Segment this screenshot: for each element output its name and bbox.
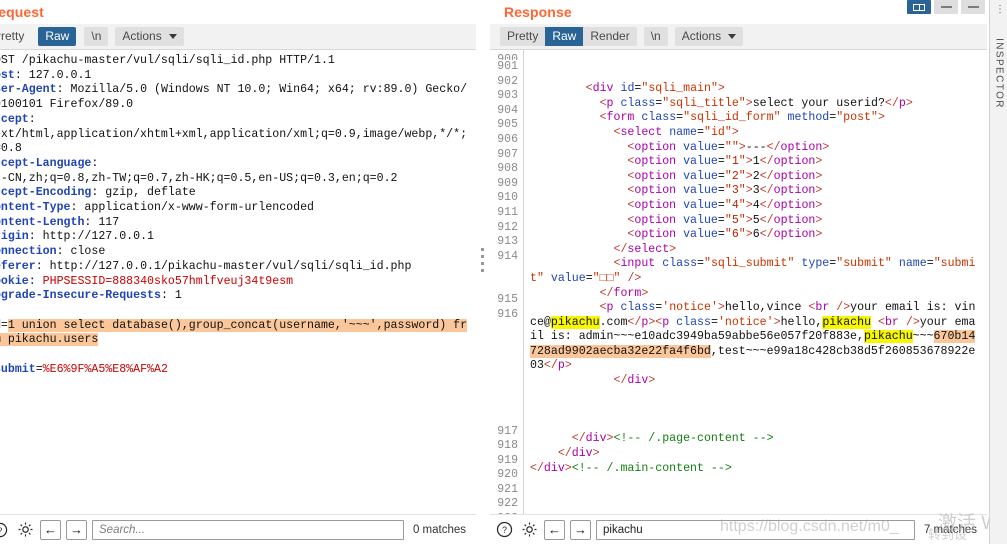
request-search-input[interactable] [92,519,404,540]
request-search-bar: ? ← → 0 matches [0,514,476,544]
response-tab-newline[interactable]: \n [643,26,668,46]
response-tab-render[interactable]: Render [583,26,637,46]
tabbed-view-icon [967,6,979,8]
layout-toggle-group [907,0,985,14]
splitter-grip[interactable] [481,248,484,274]
layout-tabbed-view-button[interactable] [961,0,985,14]
request-editor[interactable]: POST /pikachu-master/vul/sqli/sqli_id.ph… [0,50,476,514]
response-tab-raw[interactable]: Raw [545,26,584,46]
response-actions-label: Actions [681,28,722,43]
response-search-bar: ? ← → 7 matches [490,514,987,544]
vertical-split-icon [913,3,925,11]
search-next-button[interactable]: → [66,519,87,540]
inspector-label: INSPECTOR [993,38,1004,109]
inspector-rail[interactable]: ⋮ INSPECTOR [989,0,1007,544]
gear-icon[interactable] [519,520,539,540]
response-editor[interactable]: 900 901 902 903 904 905 906 907 908 909 910 911 912 9… [490,50,987,514]
request-actions-label: Actions [122,28,162,43]
search-prev-button[interactable]: ← [544,519,565,540]
panel-splitter[interactable] [476,0,490,544]
layout-vertical-split-button[interactable] [907,0,931,14]
svg-text:?: ? [501,525,506,535]
chevron-down-icon [168,34,177,39]
request-tab-pretty[interactable]: Pretty [0,27,31,46]
request-panel-title: Request [0,0,476,24]
response-match-count: 7 matches [923,523,977,536]
chevron-left-icon[interactable]: ⋮ [995,4,1005,15]
chevron-down-icon [728,34,737,39]
gear-icon[interactable] [15,520,35,540]
request-panel: Request Pretty Raw \n Actions POST /pika… [0,0,476,544]
response-search-input[interactable] [596,519,915,540]
horizontal-split-icon [940,6,952,8]
search-next-button[interactable]: → [570,519,591,540]
response-panel: Response Pretty Raw Render \n Actions 90… [490,0,987,544]
response-view-tabs: Pretty Raw Render [500,26,637,46]
response-tab-pretty[interactable]: Pretty [500,26,546,46]
response-tab-bar: Pretty Raw Render \n Actions [490,24,987,50]
request-actions-button[interactable]: Actions [115,26,184,46]
response-actions-button[interactable]: Actions [674,26,744,46]
search-prev-button[interactable]: ← [40,519,61,540]
burp-suite-repeater-window: Request Pretty Raw \n Actions POST /pika… [0,0,1007,544]
request-tab-raw[interactable]: Raw [38,26,77,46]
response-line-numbers: 900 901 902 903 904 905 906 907 908 909 910 911 912 9… [490,50,524,514]
response-raw-text[interactable]: <div id="sqli_main"> <p class="sqli_titl… [524,50,987,514]
help-icon[interactable]: ? [494,520,514,540]
help-icon[interactable]: ? [0,520,10,540]
request-tab-bar: Pretty Raw \n Actions [0,24,476,50]
request-match-count: 0 matches [412,523,466,536]
request-tab-newline[interactable]: \n [84,26,109,46]
request-raw-text[interactable]: POST /pikachu-master/vul/sqli/sqli_id.ph… [0,50,476,514]
layout-horizontal-split-button[interactable] [934,0,958,14]
svg-text:?: ? [0,525,3,535]
